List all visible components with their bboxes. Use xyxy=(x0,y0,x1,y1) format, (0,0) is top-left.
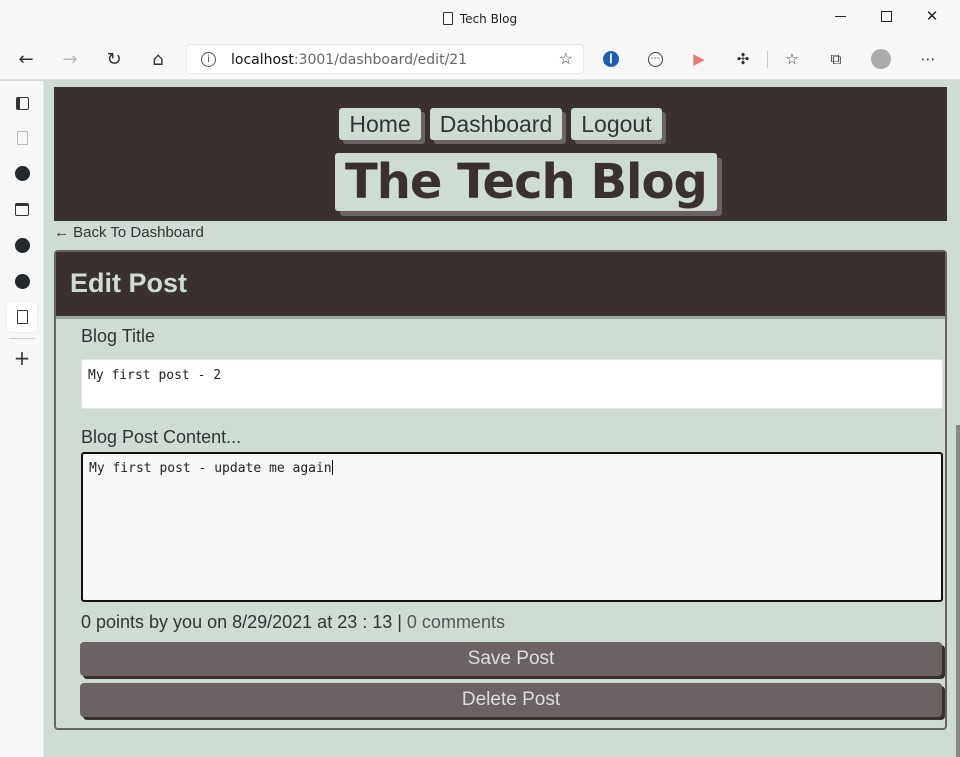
content-label: Blog Post Content... xyxy=(81,427,242,447)
back-button[interactable]: ← xyxy=(11,44,41,74)
back-to-dashboard-link[interactable]: ← Back To Dashboard xyxy=(54,224,204,241)
edit-post-card: Edit Post Blog Title My first post - 2 B… xyxy=(54,250,947,730)
minimize-icon xyxy=(834,15,846,17)
video-extension-icon[interactable]: ▶ xyxy=(689,49,709,69)
info-icon[interactable]: i xyxy=(201,52,216,67)
page-icon xyxy=(442,12,453,25)
site-title[interactable]: The Tech Blog xyxy=(335,153,717,211)
close-icon: ✕ xyxy=(925,8,939,25)
save-post-button[interactable]: Save Post xyxy=(80,642,942,676)
github-icon xyxy=(14,273,30,289)
extension-icon[interactable]: ⋯ xyxy=(645,49,665,69)
window-titlebar: Tech Blog ✕ xyxy=(0,0,960,38)
toolbar-separator xyxy=(767,51,768,68)
content-textarea[interactable]: My first post - update me again xyxy=(81,452,943,602)
nav-dashboard[interactable]: Dashboard xyxy=(429,108,563,140)
maximize-icon xyxy=(880,10,892,22)
sidebar-divider xyxy=(9,338,35,339)
refresh-icon: ↻ xyxy=(106,48,122,70)
title-label: Blog Title xyxy=(81,326,156,346)
home-button[interactable]: ⌂ xyxy=(143,44,173,74)
close-button[interactable]: ✕ xyxy=(909,0,955,32)
github-icon xyxy=(14,237,30,253)
nav-logout[interactable]: Logout xyxy=(571,108,662,140)
refresh-button[interactable]: ↻ xyxy=(99,44,129,74)
add-favorite-icon[interactable]: ☆ xyxy=(559,49,573,69)
home-icon: ⌂ xyxy=(152,48,164,70)
page-icon xyxy=(16,131,28,145)
password-manager-icon[interactable]: ❙ xyxy=(601,49,621,69)
post-meta-text: 0 points by you on 8/29/2021 at 23 : 13 … xyxy=(81,612,407,632)
edit-form: Blog Title My first post - 2 Blog Post C… xyxy=(56,316,945,728)
delete-post-button[interactable]: Delete Post xyxy=(80,683,942,717)
plus-icon: + xyxy=(13,346,31,370)
nav-home[interactable]: Home xyxy=(339,108,421,140)
tab-actions-icon[interactable] xyxy=(7,88,37,118)
window-title: Tech Blog xyxy=(0,12,960,26)
tab-tech-blog[interactable] xyxy=(7,302,37,332)
card-header: Edit Post xyxy=(56,252,945,316)
arrow-right-icon: → xyxy=(62,48,78,70)
more-menu-icon[interactable]: ⋯ xyxy=(918,49,938,69)
page-scrollbar[interactable] xyxy=(956,425,960,757)
title-input[interactable]: My first post - 2 xyxy=(81,359,943,409)
maximize-button[interactable] xyxy=(863,0,909,32)
tab-page-blank[interactable] xyxy=(7,123,37,153)
forward-button[interactable]: → xyxy=(55,44,85,74)
page-icon xyxy=(16,310,28,324)
site-nav: Home Dashboard Logout xyxy=(54,108,947,140)
tab-github-3[interactable] xyxy=(7,266,37,296)
page-content: Home Dashboard Logout The Tech Blog ← Ba… xyxy=(45,81,960,757)
page-title: Edit Post xyxy=(70,268,188,298)
url-host: localhost xyxy=(231,52,294,68)
window-title-text: Tech Blog xyxy=(459,12,518,26)
vertical-tabs-sidebar: + xyxy=(0,81,44,757)
tab-calendar[interactable] xyxy=(7,194,37,224)
browser-toolbar: ← → ↻ ⌂ i localhost:3001/dashboard/edit/… xyxy=(0,38,960,80)
minimize-button[interactable] xyxy=(817,0,863,32)
extensions-puzzle-icon[interactable]: ✣ xyxy=(733,49,753,69)
post-meta: 0 points by you on 8/29/2021 at 23 : 13 … xyxy=(81,612,505,633)
address-bar[interactable]: i localhost:3001/dashboard/edit/21 ☆ xyxy=(186,44,584,74)
content-text: My first post - update me again xyxy=(89,461,332,476)
collections-icon[interactable]: ⧉ xyxy=(826,49,846,69)
new-tab-button[interactable]: + xyxy=(7,343,37,373)
calendar-icon xyxy=(15,202,29,216)
url-path: :3001/dashboard/edit/21 xyxy=(293,52,468,68)
site-header: Home Dashboard Logout The Tech Blog xyxy=(54,87,947,221)
url-text[interactable]: localhost:3001/dashboard/edit/21 xyxy=(231,52,467,68)
comments-link[interactable]: 0 comments xyxy=(407,612,505,632)
favorites-icon[interactable]: ☆ xyxy=(782,49,802,69)
tab-github-2[interactable] xyxy=(7,230,37,260)
github-icon xyxy=(14,165,30,181)
arrow-left-icon: ← xyxy=(18,48,34,70)
text-caret xyxy=(331,460,333,475)
profile-avatar[interactable] xyxy=(871,49,891,69)
tab-github-1[interactable] xyxy=(7,158,37,188)
